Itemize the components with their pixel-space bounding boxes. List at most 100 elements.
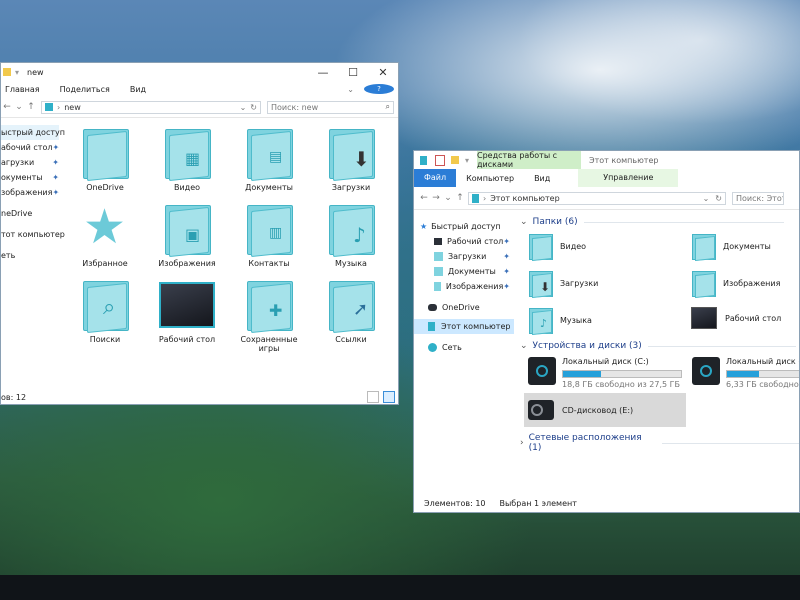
sidebar-item-desktop[interactable]: Рабочий стол ✦ bbox=[414, 234, 514, 249]
address-row: ← → ⌄ ↑ › Этот компьютер ⌄ ↻ Поиск: Этот… bbox=[414, 187, 799, 210]
list-item[interactable]: OneDrive bbox=[65, 127, 145, 192]
list-item[interactable]: ➚ Ссылки bbox=[311, 279, 391, 344]
tab-view[interactable]: Вид bbox=[120, 85, 156, 94]
folder-music-icon: ♪ bbox=[327, 203, 375, 258]
search-box[interactable]: Поиск: new ⌕ bbox=[267, 100, 394, 114]
refresh-icon[interactable]: ↻ bbox=[250, 103, 257, 112]
item-label: Загрузки bbox=[331, 183, 371, 192]
history-dropdown-icon[interactable]: ⌄ bbox=[442, 193, 454, 203]
tab-file[interactable]: Файл bbox=[414, 169, 457, 187]
status-selection: Выбран 1 элемент bbox=[499, 498, 577, 508]
tab-view[interactable]: Вид bbox=[524, 174, 560, 183]
pin-icon: ✦ bbox=[52, 173, 59, 182]
list-item[interactable]: Рабочий стол bbox=[147, 279, 227, 344]
sidebar-item-quick-access[interactable]: ★ Быстрый доступ bbox=[414, 219, 514, 234]
details-view-icon[interactable] bbox=[367, 391, 379, 403]
star-icon: ★ bbox=[420, 222, 428, 231]
list-item[interactable]: Документы bbox=[691, 233, 771, 262]
up-arrow-icon[interactable]: ↑ bbox=[454, 193, 466, 203]
pin-icon: ✦ bbox=[503, 267, 510, 276]
item-label: Документы bbox=[245, 183, 293, 192]
list-item[interactable]: ▤ Документы bbox=[229, 127, 309, 192]
drive-e-selected[interactable]: CD-дисковод (E:) bbox=[524, 393, 686, 427]
list-item[interactable]: ♪ Музыка bbox=[528, 307, 592, 336]
list-item[interactable]: ⌕ Поиски bbox=[65, 279, 145, 344]
tab-manage[interactable]: Управление bbox=[578, 169, 679, 187]
tab-computer[interactable]: Компьютер bbox=[456, 174, 524, 183]
sidebar-item-downloads[interactable]: Загрузки ✦ bbox=[414, 249, 514, 264]
list-item[interactable]: Изображения bbox=[691, 270, 781, 299]
back-arrow-icon[interactable]: ← bbox=[1, 102, 13, 112]
sidebar-item-documents[interactable]: окументы ✦ bbox=[1, 170, 59, 185]
tab-share[interactable]: Поделиться bbox=[50, 85, 120, 94]
sidebar-item-quick-access[interactable]: ыстрый доступ bbox=[1, 125, 65, 140]
group-header-folders[interactable]: ⌄ Папки (6) bbox=[520, 217, 784, 227]
sidebar-item-label: Рабочий стол bbox=[447, 237, 504, 246]
sidebar-item-this-pc[interactable]: тот компьютер bbox=[1, 227, 65, 242]
close-button[interactable]: ✕ bbox=[368, 66, 398, 79]
list-item[interactable]: ⬇ Загрузки bbox=[311, 127, 391, 192]
folder-documents-icon: ▤ bbox=[245, 127, 293, 182]
collapse-chevron-icon: ⌄ bbox=[520, 217, 528, 227]
list-item[interactable]: Видео bbox=[528, 233, 586, 262]
help-icon[interactable]: ? bbox=[360, 84, 398, 94]
search-input[interactable]: Поиск: Этот к bbox=[736, 194, 783, 203]
pin-icon: ✦ bbox=[52, 143, 60, 152]
up-arrow-icon[interactable]: ↑ bbox=[25, 102, 37, 112]
search-box[interactable]: Поиск: Этот к bbox=[732, 191, 784, 205]
properties-icon[interactable] bbox=[435, 154, 445, 166]
back-arrow-icon[interactable]: ← bbox=[418, 193, 430, 203]
search-input[interactable]: Поиск: new bbox=[271, 103, 318, 112]
tab-home[interactable]: Главная bbox=[1, 85, 50, 94]
new-folder-icon[interactable] bbox=[451, 156, 459, 164]
list-item[interactable]: Рабочий стол bbox=[691, 307, 781, 329]
address-dropdown-icon[interactable]: ⌄ bbox=[703, 194, 710, 203]
address-bar[interactable]: › new ⌄ ↻ bbox=[41, 100, 261, 114]
address-dropdown-icon[interactable]: ⌄ bbox=[240, 103, 247, 112]
item-label: OneDrive bbox=[86, 183, 124, 192]
desktop-icon bbox=[159, 282, 215, 328]
sidebar-item-label: OneDrive bbox=[442, 303, 480, 312]
pin-icon: ✦ bbox=[503, 237, 510, 246]
folder-contacts-icon: ▥ bbox=[245, 203, 293, 258]
sidebar-item-downloads[interactable]: агрузки ✦ bbox=[1, 155, 59, 170]
large-icons-view-icon[interactable] bbox=[383, 391, 395, 403]
sidebar-item-onedrive[interactable]: neDrive bbox=[1, 206, 59, 221]
context-tab-disk-tools[interactable]: Средства работы с дисками bbox=[477, 151, 582, 169]
list-item[interactable]: ✚ Сохраненные игры bbox=[229, 279, 309, 353]
sidebar-item-network[interactable]: еть bbox=[1, 248, 59, 263]
drive-c[interactable]: Локальный диск (C:) 18,8 ГБ свободно из … bbox=[528, 357, 682, 389]
list-item[interactable]: ▥ Контакты bbox=[229, 203, 309, 268]
item-label: Изображения bbox=[158, 259, 216, 268]
history-dropdown-icon[interactable]: ⌄ bbox=[13, 102, 25, 112]
group-header-network[interactable]: › Сетевые расположения (1) bbox=[520, 433, 799, 453]
minimize-button[interactable]: — bbox=[308, 66, 338, 79]
sidebar-item-network[interactable]: Сеть bbox=[414, 340, 514, 355]
group-header-devices[interactable]: ⌄ Устройства и диски (3) bbox=[520, 341, 796, 351]
list-item[interactable]: ▣ Изображения bbox=[147, 203, 227, 268]
sidebar-item-desktop[interactable]: абочий стол ✦ bbox=[1, 140, 59, 155]
ribbon-expand-icon[interactable]: ⌄ bbox=[341, 85, 360, 94]
quick-access-dropdown-icon[interactable]: ▾ bbox=[465, 156, 469, 165]
sidebar-item-onedrive[interactable]: OneDrive bbox=[414, 300, 514, 315]
list-item[interactable]: ♪ Музыка bbox=[311, 203, 391, 268]
forward-arrow-icon[interactable]: → bbox=[430, 193, 442, 203]
sidebar-item-documents[interactable]: Документы ✦ bbox=[414, 264, 514, 279]
maximize-button[interactable]: ☐ bbox=[338, 66, 368, 79]
sidebar-item-label: Изображения bbox=[445, 282, 504, 291]
list-item[interactable]: ⬇ Загрузки bbox=[528, 270, 598, 299]
sidebar-item-pictures[interactable]: Изображения ✦ bbox=[414, 279, 514, 294]
refresh-icon[interactable]: ↻ bbox=[715, 194, 722, 203]
sidebar-item-this-pc[interactable]: Этот компьютер bbox=[414, 319, 514, 334]
address-path: Этот компьютер bbox=[490, 193, 560, 203]
item-label: Изображения bbox=[723, 278, 781, 288]
drive-d[interactable]: Локальный диск (D:) 6,33 ГБ свободно из … bbox=[692, 357, 799, 389]
list-item[interactable]: ▦ Видео bbox=[147, 127, 227, 192]
quick-access-dropdown-icon[interactable]: ▾ bbox=[15, 68, 19, 77]
list-item[interactable]: ★ Избранное bbox=[65, 199, 145, 268]
address-bar[interactable]: › Этот компьютер ⌄ ↻ bbox=[468, 191, 726, 205]
item-label: Музыка bbox=[560, 315, 592, 325]
sidebar-item-pictures[interactable]: зображения ✦ bbox=[1, 185, 59, 200]
network-icon bbox=[428, 343, 437, 352]
sidebar-item-label: Быстрый доступ bbox=[431, 222, 501, 231]
